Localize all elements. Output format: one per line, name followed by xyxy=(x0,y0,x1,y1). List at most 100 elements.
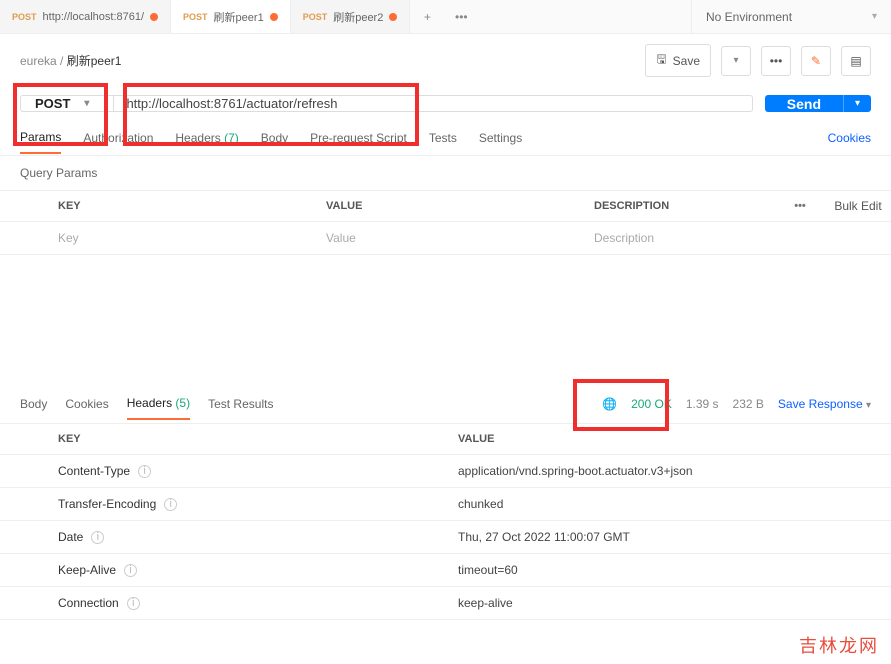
info-icon[interactable]: i xyxy=(138,465,151,478)
method-label: POST xyxy=(35,96,70,111)
tab-settings[interactable]: Settings xyxy=(479,123,522,153)
tab-request-0[interactable]: POST http://localhost:8761/ xyxy=(0,0,171,33)
comments-button[interactable]: ▤ xyxy=(841,46,871,76)
environment-label: No Environment xyxy=(706,10,792,24)
resp-headers-count: (5) xyxy=(175,396,190,410)
query-params-title: Query Params xyxy=(0,156,891,190)
method-badge: POST xyxy=(12,12,37,22)
request-header: eureka / 刷新peer1 🖫 Save ▾ ••• ✎ ▤ xyxy=(0,34,891,87)
url-input[interactable]: http://localhost:8761/actuator/refresh xyxy=(113,95,752,112)
status-code[interactable]: 200 OK xyxy=(631,397,672,411)
url-text: http://localhost:8761/actuator/refresh xyxy=(126,96,337,111)
response-header-value: Thu, 27 Oct 2022 11:00:07 GMT xyxy=(458,530,891,544)
status-time[interactable]: 1.39 s xyxy=(686,397,719,411)
resptab-cookies[interactable]: Cookies xyxy=(65,389,108,419)
request-url-row: POST ▾ http://localhost:8761/actuator/re… xyxy=(0,87,891,120)
send-dropdown-button[interactable]: ▾ xyxy=(843,95,871,112)
response-header-key: Transfer-Encoding i xyxy=(58,497,458,511)
resptab-headers-label: Headers xyxy=(127,396,172,410)
response-header-key: Content-Type i xyxy=(58,464,458,478)
request-tabs: Params Authorization Headers (7) Body Pr… xyxy=(0,120,891,156)
resptab-headers[interactable]: Headers (5) xyxy=(127,388,190,420)
method-badge: POST xyxy=(183,12,208,22)
key-input[interactable]: Key xyxy=(58,231,326,245)
response-header-key: Date i xyxy=(58,530,458,544)
response-header-row: Date iThu, 27 Oct 2022 11:00:07 GMT xyxy=(0,521,891,554)
edit-button[interactable]: ✎ xyxy=(801,46,831,76)
resp-col-value: VALUE xyxy=(458,433,891,445)
tab-label: 刷新peer2 xyxy=(333,9,383,25)
tab-label: 刷新peer1 xyxy=(214,9,264,25)
info-icon[interactable]: i xyxy=(91,531,104,544)
more-actions-button[interactable]: ••• xyxy=(761,46,791,76)
info-icon[interactable]: i xyxy=(124,564,137,577)
info-icon[interactable]: i xyxy=(127,597,140,610)
resptab-body[interactable]: Body xyxy=(20,389,47,419)
send-group: Send ▾ xyxy=(765,95,871,112)
pencil-icon: ✎ xyxy=(811,54,821,68)
dirty-dot-icon xyxy=(150,13,158,21)
breadcrumb: eureka / 刷新peer1 xyxy=(20,52,121,69)
response-header-value: application/vnd.spring-boot.actuator.v3+… xyxy=(458,464,891,478)
tab-request-1[interactable]: POST 刷新peer1 xyxy=(171,0,291,33)
tab-request-2[interactable]: POST 刷新peer2 xyxy=(291,0,411,33)
info-icon[interactable]: i xyxy=(164,498,177,511)
cookies-link[interactable]: Cookies xyxy=(828,131,871,145)
response-tabs: Body Cookies Headers (5) Test Results 🌐 … xyxy=(0,385,891,423)
save-icon: 🖫 xyxy=(656,50,666,71)
tab-label: http://localhost:8761/ xyxy=(43,11,145,23)
tab-overflow-button[interactable]: ••• xyxy=(444,10,478,24)
method-selector[interactable]: POST ▾ xyxy=(20,95,113,112)
globe-icon[interactable]: 🌐 xyxy=(602,397,617,411)
headers-count: (7) xyxy=(224,131,239,145)
resp-col-key: KEY xyxy=(58,433,458,445)
dirty-dot-icon xyxy=(270,13,278,21)
save-response-label: Save Response xyxy=(778,397,863,411)
resptab-testresults[interactable]: Test Results xyxy=(208,389,273,419)
environment-selector[interactable]: No Environment ▾ xyxy=(691,0,891,33)
response-header-row: Transfer-Encoding ichunked xyxy=(0,488,891,521)
add-tab-button[interactable]: + xyxy=(410,10,444,24)
watermark: 吉林龙网 xyxy=(799,632,879,658)
col-value: VALUE xyxy=(326,200,594,212)
response-headers-head: KEY VALUE xyxy=(0,423,891,455)
send-button[interactable]: Send xyxy=(765,95,843,112)
col-description: DESCRIPTION xyxy=(594,200,775,212)
breadcrumb-current: 刷新peer1 xyxy=(67,54,122,68)
save-response-button[interactable]: Save Response ▾ xyxy=(778,397,871,411)
breadcrumb-sep: / xyxy=(60,54,63,68)
params-empty-row[interactable]: Key Value Description xyxy=(0,222,891,255)
response-header-row: Content-Type iapplication/vnd.spring-boo… xyxy=(0,455,891,488)
bulk-edit-button[interactable]: Bulk Edit xyxy=(825,199,891,213)
save-label: Save xyxy=(673,54,700,68)
chevron-down-icon: ▾ xyxy=(84,98,89,109)
value-input[interactable]: Value xyxy=(326,231,594,245)
dirty-dot-icon xyxy=(389,13,397,21)
description-input[interactable]: Description xyxy=(594,231,891,245)
response-header-value: chunked xyxy=(458,497,891,511)
tab-params[interactable]: Params xyxy=(20,122,61,154)
tab-body[interactable]: Body xyxy=(261,123,288,153)
col-key: KEY xyxy=(58,200,326,212)
response-header-key: Connection i xyxy=(58,596,458,610)
chevron-down-icon: ▾ xyxy=(733,55,738,66)
tab-authorization[interactable]: Authorization xyxy=(83,123,153,153)
response-header-value: keep-alive xyxy=(458,596,891,610)
tab-tests[interactable]: Tests xyxy=(429,123,457,153)
response-header-row: Connection ikeep-alive xyxy=(0,587,891,620)
tab-prerequest[interactable]: Pre-request Script xyxy=(310,123,407,153)
save-dropdown-button[interactable]: ▾ xyxy=(721,46,751,76)
chevron-down-icon: ▾ xyxy=(872,11,877,22)
save-button[interactable]: 🖫 Save xyxy=(645,44,711,77)
chevron-down-icon: ▾ xyxy=(866,400,871,411)
method-badge: POST xyxy=(303,12,328,22)
col-more-button[interactable]: ••• xyxy=(775,200,825,212)
response-header-row: Keep-Alive itimeout=60 xyxy=(0,554,891,587)
response-header-key: Keep-Alive i xyxy=(58,563,458,577)
tab-headers[interactable]: Headers (7) xyxy=(175,123,238,153)
status-size[interactable]: 232 B xyxy=(733,397,764,411)
comment-icon: ▤ xyxy=(850,54,861,68)
response-headers-body: Content-Type iapplication/vnd.spring-boo… xyxy=(0,455,891,620)
breadcrumb-root[interactable]: eureka xyxy=(20,54,57,68)
status-meta: 🌐 200 OK 1.39 s 232 B Save Response ▾ xyxy=(602,397,871,411)
